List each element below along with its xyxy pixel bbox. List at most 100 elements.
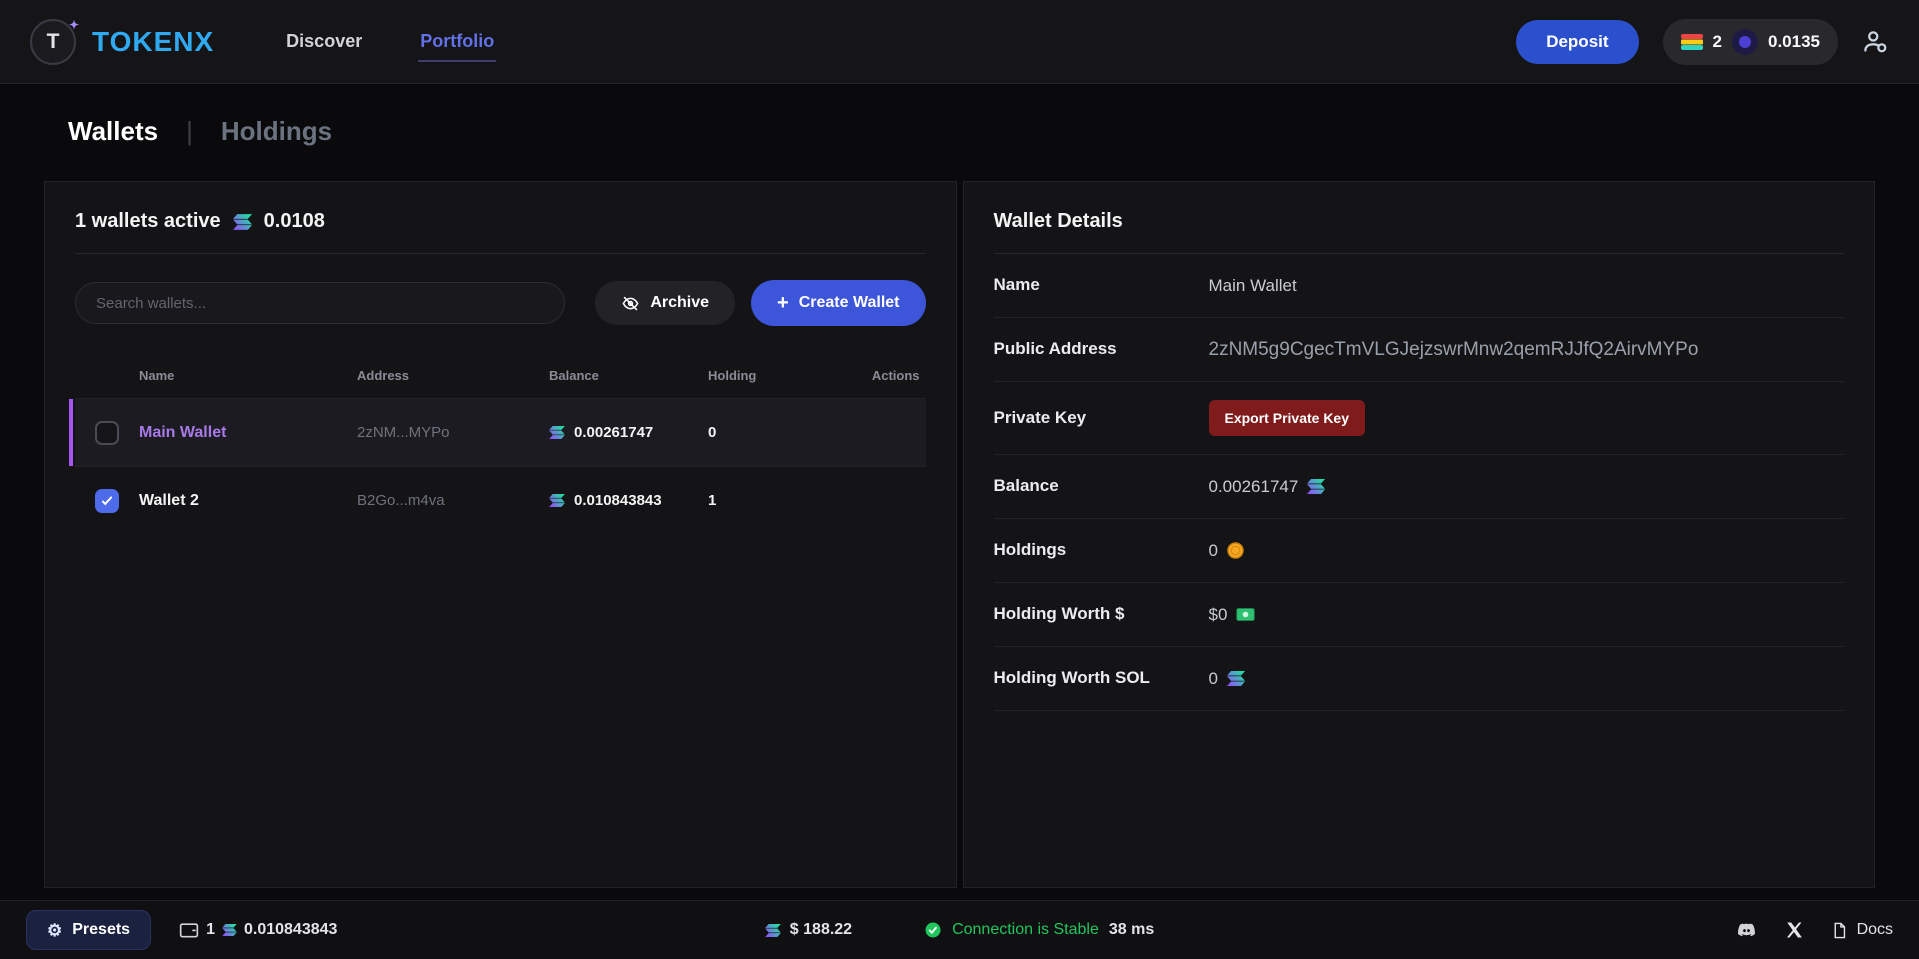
wallet-holding: 0 (708, 424, 828, 441)
solana-icon (222, 924, 237, 936)
app-logo: T ✦ (30, 19, 76, 65)
archive-button[interactable]: Archive (595, 281, 735, 325)
wallets-controls: Archive + Create Wallet (45, 254, 956, 352)
holdings-value-group: 0 (1209, 541, 1244, 561)
wallets-panel-header: 1 wallets active 0.0108 (75, 182, 926, 254)
coin-icon (1227, 542, 1244, 559)
holding-worth-sol-group: 0 (1209, 669, 1245, 689)
sol-price: $ 188.22 (765, 921, 852, 939)
latency-value: 38 ms (1109, 921, 1154, 939)
detail-row-name: Name Main Wallet (994, 254, 1845, 318)
name-value: Main Wallet (1209, 276, 1297, 296)
status-bar-left: ⚙ Presets 1 0.010843843 (26, 910, 765, 950)
wallets-panel: 1 wallets active 0.0108 (44, 181, 957, 888)
check-circle-icon (924, 921, 942, 939)
holding-worth-sol-value: 0 (1209, 669, 1218, 689)
balance-label: Balance (994, 474, 1209, 499)
wallets-table: Name Address Balance Holding Actions Mai… (45, 352, 956, 534)
discord-icon[interactable] (1736, 920, 1757, 941)
balance-value-group: 0.00261747 (1209, 477, 1326, 497)
presets-button[interactable]: ⚙ Presets (26, 910, 151, 950)
tab-divider: | (186, 116, 193, 147)
public-address-label: Public Address (994, 337, 1209, 362)
table-row[interactable]: Wallet 2 B2Go...m4va 0.010843843 1 (75, 466, 926, 534)
header-name: Name (139, 368, 357, 383)
holding-worth-sol-label: Holding Worth SOL (994, 666, 1209, 691)
header-holding: Holding (708, 368, 828, 383)
tab-wallets[interactable]: Wallets (68, 116, 158, 147)
wallet-balance-cell: 0.00261747 (549, 424, 708, 441)
wallet-address: 2zNM...MYPo (357, 424, 549, 441)
docs-link[interactable]: Docs (1831, 921, 1893, 939)
wallet-details-title: Wallet Details (994, 210, 1123, 233)
card-icon (1681, 34, 1703, 50)
wallet-balance-cell: 0.010843843 (549, 492, 708, 509)
search-input[interactable] (75, 282, 565, 324)
footer-wallet-count: 1 (206, 921, 215, 939)
create-wallet-button[interactable]: + Create Wallet (751, 280, 925, 326)
nav-link-portfolio[interactable]: Portfolio (418, 21, 496, 62)
wallet-balance-pill[interactable]: 2 0.0135 (1663, 19, 1838, 65)
wallet-count-value: 2 (1713, 32, 1722, 52)
wallets-table-header: Name Address Balance Holding Actions (75, 352, 926, 398)
main-nav: Discover Portfolio (284, 21, 496, 62)
docs-icon (1831, 922, 1848, 939)
balance-value: 0.00261747 (1209, 477, 1299, 497)
solana-icon (1307, 479, 1325, 494)
solana-icon (233, 214, 252, 230)
plus-icon: + (777, 293, 789, 313)
private-key-label: Private Key (994, 406, 1209, 431)
deposit-button[interactable]: Deposit (1516, 20, 1638, 64)
nav-link-discover[interactable]: Discover (284, 21, 364, 62)
docs-label: Docs (1857, 921, 1893, 939)
holdings-value: 0 (1209, 541, 1218, 561)
status-bar-right: Docs (1154, 920, 1893, 941)
main-content: 1 wallets active 0.0108 (44, 181, 1875, 888)
active-wallets-summary: 1 wallets active (75, 210, 221, 233)
eye-off-icon (621, 294, 640, 313)
wallet-details-rows: Name Main Wallet Public Address 2zNM5g9C… (994, 254, 1845, 711)
detail-row-holding-worth-sol: Holding Worth SOL 0 (994, 647, 1845, 711)
archive-label: Archive (650, 294, 709, 312)
holding-worth-usd-value: $0 (1209, 605, 1228, 625)
wallet-balance-value: 0.00261747 (574, 424, 653, 441)
status-bar: ⚙ Presets 1 0.010843843 (0, 900, 1919, 959)
wallet-name[interactable]: Wallet 2 (139, 492, 357, 510)
export-private-key-button[interactable]: Export Private Key (1209, 400, 1366, 436)
tab-holdings[interactable]: Holdings (221, 116, 332, 147)
selected-row-indicator (69, 399, 73, 466)
table-row[interactable]: Main Wallet 2zNM...MYPo 0.00261747 0 (75, 398, 926, 466)
brand-name: TOKENX (92, 26, 214, 58)
public-address-value: 2zNM5g9CgecTmVLGJejzswrMnw2qemRJJfQ2Airv… (1209, 339, 1699, 361)
header-balance: Balance (549, 368, 708, 383)
wallet-details-panel: Wallet Details Name Main Wallet Public A… (963, 181, 1876, 888)
detail-row-holding-worth-usd: Holding Worth $ $0 (994, 583, 1845, 647)
holding-worth-usd-group: $0 (1209, 605, 1256, 625)
navbar: T ✦ TOKENX Discover Portfolio Deposit 2 … (0, 0, 1919, 84)
holdings-label: Holdings (994, 538, 1209, 563)
cash-icon (1236, 608, 1255, 621)
wallet-holding: 1 (708, 492, 828, 509)
create-wallet-label: Create Wallet (799, 294, 900, 312)
person-icon[interactable] (1862, 28, 1889, 55)
logo-letter: T (47, 30, 60, 54)
row-checkbox[interactable] (95, 421, 119, 445)
footer-wallet-info: 1 0.010843843 (179, 920, 337, 940)
row-checkbox[interactable] (95, 489, 119, 513)
solana-icon (1227, 671, 1245, 686)
wallet-details-header: Wallet Details (994, 182, 1845, 254)
presets-label: Presets (72, 921, 130, 939)
status-bar-center: $ 188.22 Connection is Stable 38 ms (765, 921, 1154, 939)
connection-status-text: Connection is Stable (952, 921, 1099, 939)
solana-icon (549, 494, 565, 507)
active-wallets-balance: 0.0108 (264, 210, 325, 233)
solana-icon (765, 924, 781, 937)
gear-icon: ⚙ (47, 922, 62, 939)
x-icon[interactable] (1785, 921, 1803, 939)
detail-row-private-key: Private Key Export Private Key (994, 382, 1845, 455)
wallet-balance-value: 0.010843843 (574, 492, 662, 509)
wallet-address: B2Go...m4va (357, 492, 549, 509)
holding-worth-usd-label: Holding Worth $ (994, 602, 1209, 627)
wallet-name[interactable]: Main Wallet (139, 424, 357, 442)
solana-icon (549, 426, 565, 439)
